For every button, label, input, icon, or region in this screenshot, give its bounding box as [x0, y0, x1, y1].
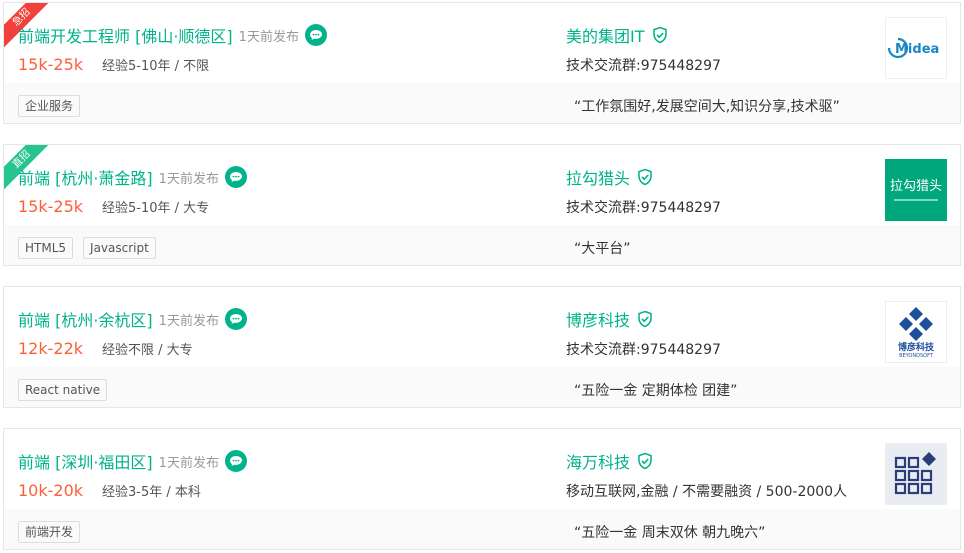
company-logo-beyondsoft[interactable]: 博彦科技 BEYONDSOFT [885, 301, 947, 363]
company-name-link[interactable]: 拉勾猎头 [566, 165, 630, 189]
job-title-link[interactable]: 前端 [杭州·余杭区] [18, 307, 153, 331]
chat-icon[interactable] [224, 166, 247, 188]
company-info: 移动互联网,金融 / 不需要融资 / 500-2000人 [566, 484, 848, 500]
logo-subtext: BEYONDSOFT [899, 353, 933, 359]
job-tag[interactable]: 企业服务 [18, 95, 81, 117]
job-title-link[interactable]: 前端 [杭州·萧金路] [18, 165, 153, 189]
posted-time: 1天前发布 [158, 455, 219, 471]
company-name-link[interactable]: 美的集团IT [566, 23, 645, 47]
chat-icon[interactable] [304, 24, 327, 46]
posted-time: 1天前发布 [238, 29, 299, 45]
job-card[interactable]: 前端 [深圳·福田区] 1天前发布 10k-20k 经验3-5年 / 本科 海万… [3, 428, 961, 550]
company-name-link[interactable]: 海万科技 [566, 449, 630, 473]
verified-shield-icon [651, 26, 669, 44]
logo-text: Midea [895, 42, 939, 57]
job-requirement: 经验3-5年 / 本科 [102, 484, 201, 500]
job-list: 急招 前端开发工程师 [佛山·顺德区] 1天前发布 15k-25k 经验5-10… [0, 0, 964, 553]
salary: 12k-22k [18, 338, 84, 358]
job-tag[interactable]: HTML5 [18, 237, 74, 259]
job-requirement: 经验不限 / 大专 [102, 342, 193, 358]
company-slogan: “大平台” [574, 241, 631, 257]
verified-shield-icon [636, 168, 654, 186]
chat-icon[interactable] [224, 450, 247, 472]
job-card[interactable]: 直招 前端 [杭州·萧金路] 1天前发布 15k-25k 经验5-10年 / 大… [3, 144, 961, 266]
posted-time: 1天前发布 [158, 171, 219, 187]
company-logo-haiwan[interactable] [885, 443, 947, 505]
job-requirement: 经验5-10年 / 大专 [102, 200, 210, 216]
company-slogan: “工作氛围好,发展空间大,知识分享,技术驱” [574, 99, 840, 115]
company-logo-midea[interactable]: Midea [885, 17, 947, 79]
job-tag[interactable]: Javascript [83, 237, 156, 259]
job-title-link[interactable]: 前端开发工程师 [佛山·顺德区] [18, 23, 233, 47]
posted-time: 1天前发布 [158, 313, 219, 329]
job-requirement: 经验5-10年 / 不限 [102, 58, 210, 74]
salary: 10k-20k [18, 480, 84, 500]
job-tag[interactable]: React native [18, 379, 108, 401]
verified-shield-icon [636, 310, 654, 328]
card-footer [4, 367, 960, 407]
company-slogan: “五险一金 周末双休 朝九晚六” [574, 525, 766, 541]
company-slogan: “五险一金 定期体检 团建” [574, 383, 738, 399]
company-info: 技术交流群:975448297 [566, 342, 721, 358]
company-info: 技术交流群:975448297 [566, 200, 721, 216]
verified-shield-icon [636, 452, 654, 470]
logo-text: 拉勾猎头 [889, 179, 942, 194]
company-logo-lagou[interactable]: 拉勾猎头 [885, 159, 947, 221]
salary: 15k-25k [18, 196, 84, 216]
logo-subline [894, 199, 938, 201]
company-info: 技术交流群:975448297 [566, 58, 721, 74]
salary: 15k-25k [18, 54, 84, 74]
company-name-link[interactable]: 博彦科技 [566, 307, 630, 331]
job-card[interactable]: 急招 前端开发工程师 [佛山·顺德区] 1天前发布 15k-25k 经验5-10… [3, 2, 961, 124]
job-tag[interactable]: 前端开发 [18, 521, 81, 543]
job-card[interactable]: 前端 [杭州·余杭区] 1天前发布 12k-22k 经验不限 / 大专 博彦科技… [3, 286, 961, 408]
job-title-link[interactable]: 前端 [深圳·福田区] [18, 449, 153, 473]
logo-text: 博彦科技 [897, 343, 934, 353]
card-footer [4, 509, 960, 549]
chat-icon[interactable] [224, 308, 247, 330]
